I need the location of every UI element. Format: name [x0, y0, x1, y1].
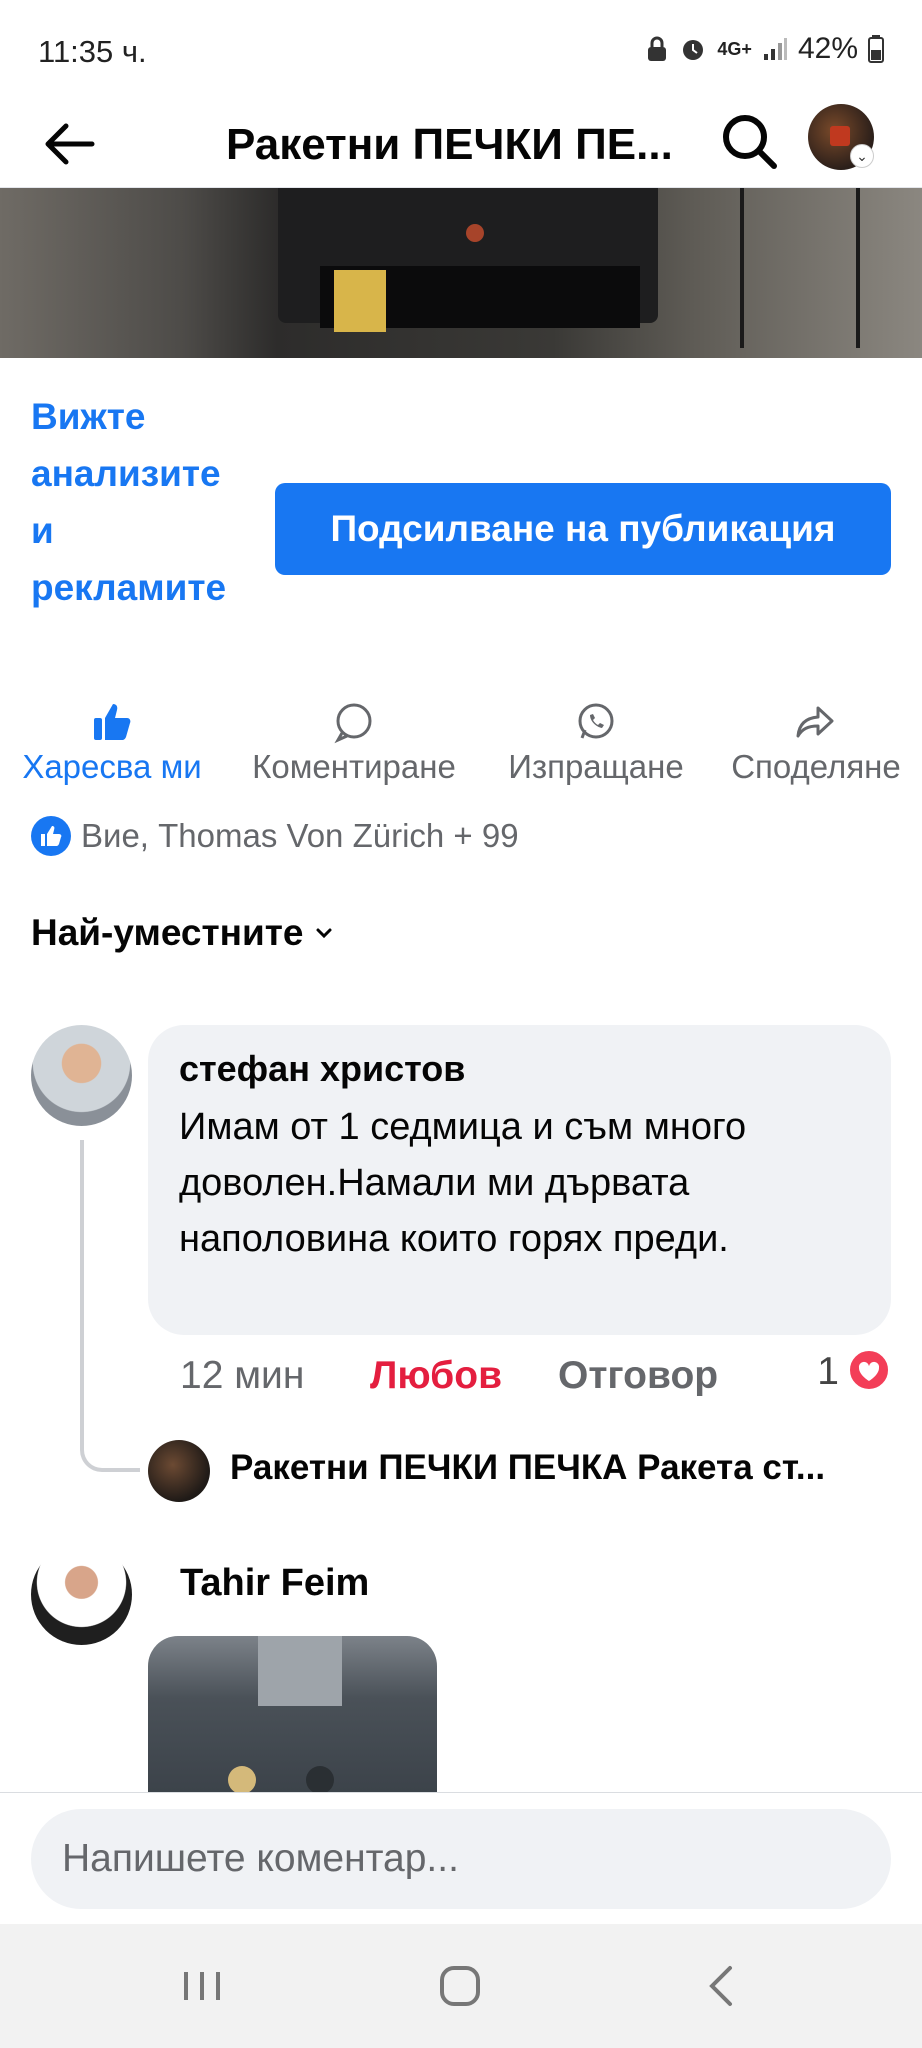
like-label: Харесва ми	[22, 748, 202, 785]
battery-percent: 42%	[797, 32, 858, 65]
comment-button[interactable]: Коментиране	[236, 700, 472, 786]
love-reaction-button[interactable]: Любов	[370, 1354, 502, 1398]
reactions-summary[interactable]: Вие, Thomas Von Zürich + 99	[31, 814, 519, 858]
chevron-down-icon	[316, 928, 332, 939]
send-button[interactable]: Изпращане	[496, 700, 696, 786]
reactions-text: Вие, Thomas Von Zürich + 99	[81, 817, 519, 854]
reply-avatar[interactable]	[148, 1440, 210, 1502]
post-action-bar: Харесва ми Коментиране Изпращане Споделя…	[0, 700, 922, 790]
comment-author[interactable]: Tahir Feim	[180, 1562, 369, 1605]
insights-link[interactable]: Вижте анализите и рекламите	[31, 388, 251, 616]
comment-meta: 12 мин Любов Отговор 1	[180, 1348, 891, 1408]
status-time: 11:35 ч.	[38, 34, 147, 69]
back-arrow-icon[interactable]	[40, 114, 100, 174]
comment-author[interactable]: стефан христов	[179, 1045, 860, 1093]
reply-button[interactable]: Отговор	[558, 1354, 718, 1398]
comment-photo[interactable]	[148, 1636, 437, 1792]
signal-icon	[763, 38, 787, 60]
status-bar: 11:35 ч. 4G+ 42%	[0, 0, 922, 104]
lock-icon	[648, 36, 667, 61]
app-header: Ракетни ПЕЧКИ ПЕ...	[0, 104, 922, 188]
comment-bubble[interactable]: стефан христов Имам от 1 седмица и съм м…	[148, 1025, 891, 1335]
wood-block	[334, 270, 386, 332]
search-icon[interactable]	[718, 110, 780, 172]
status-icons: 4G+ 42%	[645, 32, 884, 66]
sort-label: Най-уместните	[31, 912, 304, 953]
reply-preview[interactable]: Ракетни ПЕЧКИ ПЕЧКА Ракета ст...	[230, 1448, 890, 1488]
like-reaction-icon	[31, 816, 71, 856]
alarm-icon	[683, 40, 704, 60]
battery-icon	[868, 35, 884, 63]
comment-time: 12 мин	[180, 1354, 305, 1397]
back-nav-icon[interactable]	[690, 1954, 754, 2018]
heart-icon[interactable]	[847, 1348, 891, 1392]
comment-input[interactable]	[31, 1809, 891, 1909]
thumbs-up-icon	[94, 704, 131, 740]
reply-thread-line	[80, 1140, 140, 1472]
comment-label: Коментиране	[252, 748, 456, 785]
home-icon[interactable]	[428, 1954, 492, 2018]
chevron-down-icon[interactable]: ⌄	[850, 144, 874, 168]
reaction-count: 1	[817, 1350, 839, 1393]
share-icon	[796, 706, 834, 738]
comment-icon	[334, 703, 372, 744]
post-image[interactable]	[0, 188, 922, 358]
comment-text: Имам от 1 седмица и съм много доволен.На…	[179, 1106, 747, 1260]
boost-post-button[interactable]: Подсилване на публикация	[275, 483, 891, 575]
comment-composer	[0, 1792, 922, 1924]
whatsapp-icon	[578, 703, 614, 739]
commenter-avatar[interactable]	[31, 1025, 132, 1126]
stove-knob	[466, 224, 484, 242]
fireplace-rack	[740, 188, 860, 348]
share-button[interactable]: Споделяне	[718, 700, 914, 786]
share-label: Споделяне	[731, 748, 901, 785]
commenter-avatar[interactable]	[31, 1544, 132, 1645]
system-nav-bar	[0, 1924, 922, 2048]
send-label: Изпращане	[508, 748, 684, 785]
like-button[interactable]: Харесва ми	[12, 700, 212, 786]
page-title: Ракетни ПЕЧКИ ПЕ...	[226, 120, 673, 169]
comments-sort-dropdown[interactable]: Най-уместните	[31, 912, 335, 954]
network-type: 4G+	[717, 38, 752, 59]
recent-apps-icon[interactable]	[170, 1954, 234, 2018]
